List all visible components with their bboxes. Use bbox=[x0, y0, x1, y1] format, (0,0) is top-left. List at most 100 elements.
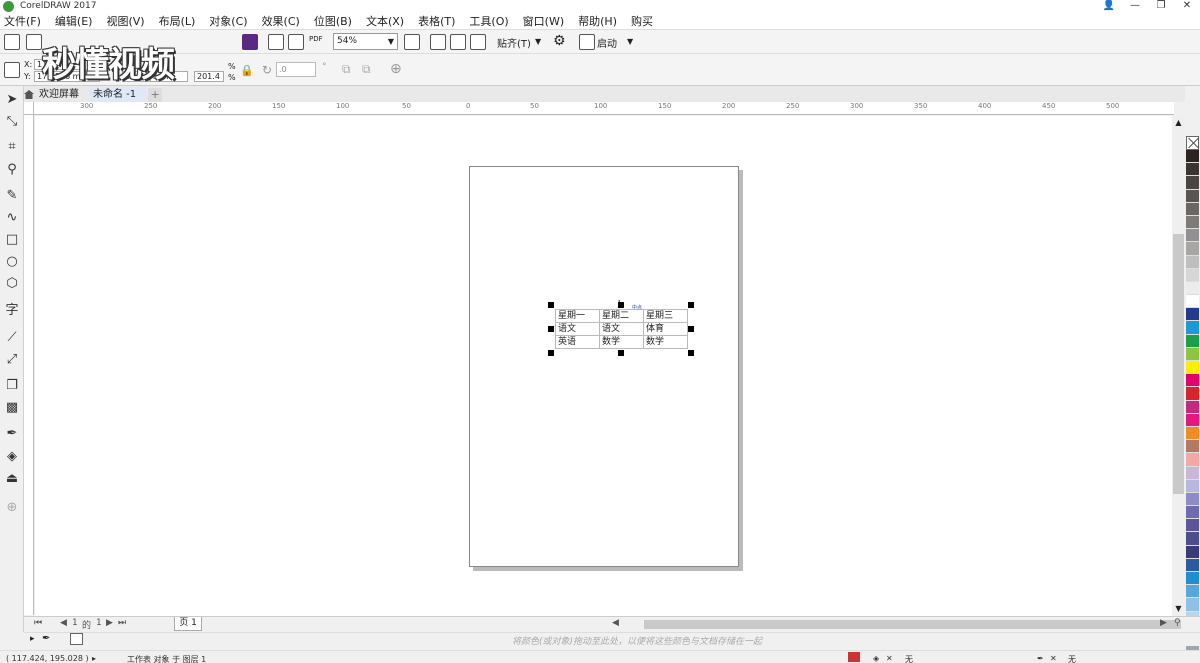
export-icon[interactable] bbox=[288, 34, 304, 50]
snap-to-menu[interactable]: 贴齐(T) bbox=[497, 35, 531, 50]
freehand-tool[interactable]: ✎ bbox=[4, 188, 20, 204]
menu-bitmaps[interactable]: 位图(B) bbox=[314, 13, 352, 29]
table-cell[interactable]: 星期三 bbox=[643, 309, 688, 323]
color-swatch[interactable] bbox=[1186, 268, 1199, 282]
scroll-right-icon[interactable]: ▶ bbox=[1160, 618, 1167, 628]
mirror-horizontal-icon[interactable]: ⧉ bbox=[342, 62, 351, 77]
account-icon[interactable]: 👤 bbox=[1096, 0, 1122, 12]
chevron-down-icon[interactable]: ▼ bbox=[386, 35, 396, 48]
chevron-down-icon[interactable]: ▼ bbox=[535, 37, 541, 46]
color-swatch[interactable] bbox=[1186, 479, 1199, 493]
menu-table[interactable]: 表格(T) bbox=[418, 13, 455, 29]
connector-tool[interactable]: ⤢ bbox=[4, 352, 20, 368]
horizontal-ruler[interactable]: 300 250 200 150 100 50 0 50 100 150 200 … bbox=[34, 102, 1174, 115]
page-tab-1[interactable]: 页 1 bbox=[174, 617, 202, 631]
mirror-vertical-icon[interactable]: ⧉ bbox=[362, 62, 371, 77]
color-swatch[interactable] bbox=[1186, 453, 1199, 467]
color-swatch[interactable] bbox=[1186, 413, 1199, 427]
parallel-dimension-tool[interactable]: ⟋ bbox=[4, 330, 20, 346]
launch-menu[interactable]: 启动 bbox=[597, 35, 617, 50]
object-origin-icon[interactable] bbox=[4, 62, 20, 78]
rectangle-tool[interactable]: □ bbox=[4, 232, 20, 248]
table-cell[interactable]: 英语 bbox=[555, 335, 600, 349]
color-swatch[interactable] bbox=[1186, 440, 1199, 454]
options-gear-icon[interactable]: ⚙ bbox=[553, 33, 566, 49]
selection-handle-right[interactable] bbox=[688, 326, 694, 332]
color-swatch[interactable] bbox=[1186, 295, 1199, 309]
add-tool-button[interactable]: ⊕ bbox=[4, 500, 20, 516]
menu-layout[interactable]: 布局(L) bbox=[159, 13, 196, 29]
prev-page-icon[interactable]: ◀ bbox=[60, 618, 67, 628]
menu-view[interactable]: 视图(V) bbox=[106, 13, 144, 29]
open-icon[interactable] bbox=[26, 34, 42, 50]
scroll-up-icon[interactable]: ▲ bbox=[1172, 118, 1185, 127]
menu-file[interactable]: 文件(F) bbox=[4, 13, 41, 29]
pick-tool[interactable]: ➤ bbox=[4, 92, 20, 108]
color-swatch[interactable] bbox=[1186, 361, 1199, 375]
color-proof-icon[interactable] bbox=[848, 652, 860, 662]
lock-ratio-icon[interactable]: 🔒 bbox=[240, 64, 254, 77]
application-launcher-icon[interactable] bbox=[579, 34, 595, 50]
color-swatch[interactable] bbox=[1186, 374, 1199, 388]
show-guidelines-icon[interactable] bbox=[470, 34, 486, 50]
last-page-icon[interactable]: ⏭ bbox=[118, 618, 126, 628]
color-swatch[interactable] bbox=[1186, 400, 1199, 414]
color-swatch[interactable] bbox=[1186, 347, 1199, 361]
color-swatch[interactable] bbox=[1186, 215, 1199, 230]
full-screen-icon[interactable] bbox=[404, 34, 420, 50]
menu-help[interactable]: 帮助(H) bbox=[578, 13, 617, 29]
menu-window[interactable]: 窗口(W) bbox=[523, 13, 564, 29]
transparency-tool[interactable]: ▩ bbox=[4, 400, 20, 416]
menu-buy[interactable]: 购买 bbox=[631, 13, 653, 29]
shape-tool[interactable]: ⤡ bbox=[4, 114, 20, 130]
eyedropper-icon[interactable]: ✒ bbox=[42, 633, 50, 644]
horizontal-scrollbar-thumb[interactable] bbox=[644, 620, 1181, 629]
selection-handle-bottom-left[interactable] bbox=[548, 350, 554, 356]
menu-effects[interactable]: 效果(C) bbox=[262, 13, 300, 29]
scrollbar-thumb[interactable] bbox=[1173, 234, 1184, 494]
selection-handle-left[interactable] bbox=[548, 326, 554, 332]
show-rulers-icon[interactable] bbox=[430, 34, 446, 50]
artistic-media-tool[interactable]: ∿ bbox=[4, 210, 20, 226]
publish-pdf-icon[interactable]: PDF bbox=[309, 35, 323, 43]
color-swatch[interactable] bbox=[1186, 532, 1199, 546]
menu-tools[interactable]: 工具(O) bbox=[469, 13, 508, 29]
table-cell[interactable]: 语文 bbox=[599, 322, 644, 336]
status-arrow-icon[interactable]: ▸ bbox=[92, 654, 96, 663]
next-page-icon[interactable]: ▶ bbox=[106, 618, 113, 628]
search-content-icon[interactable] bbox=[242, 34, 258, 50]
crop-tool[interactable]: ⌗ bbox=[4, 139, 20, 155]
color-swatch[interactable] bbox=[1186, 150, 1199, 164]
table-cell[interactable]: 体育 bbox=[643, 322, 688, 336]
menu-text[interactable]: 文本(X) bbox=[366, 13, 404, 29]
color-swatch[interactable] bbox=[1186, 202, 1199, 216]
zoom-tool[interactable]: ⚲ bbox=[4, 162, 20, 178]
color-swatch[interactable] bbox=[1186, 519, 1199, 533]
table-cell[interactable]: 星期二 bbox=[599, 309, 644, 323]
menu-object[interactable]: 对象(C) bbox=[209, 13, 247, 29]
tab-untitled-1[interactable]: 未命名 -1 bbox=[89, 87, 147, 102]
scroll-down-icon[interactable]: ▼ bbox=[1172, 604, 1185, 613]
smart-fill-tool[interactable]: ⏏ bbox=[4, 471, 20, 487]
interactive-fill-tool[interactable]: ◈ bbox=[4, 449, 20, 465]
add-icon[interactable]: ⊕ bbox=[390, 61, 402, 77]
selection-handle-bottom[interactable] bbox=[618, 350, 624, 356]
table-cell[interactable]: 数学 bbox=[643, 335, 688, 349]
color-swatch[interactable] bbox=[1186, 506, 1199, 520]
color-swatch[interactable] bbox=[1186, 466, 1199, 480]
chevron-down-icon[interactable]: ▼ bbox=[627, 37, 633, 46]
color-eyedropper-tool[interactable]: ✒ bbox=[4, 426, 20, 442]
color-swatch[interactable] bbox=[1186, 321, 1199, 335]
table-cell[interactable]: 语文 bbox=[555, 322, 600, 336]
color-swatch[interactable] bbox=[1186, 308, 1199, 322]
zoom-level-select[interactable]: 54% ▼ bbox=[333, 33, 398, 50]
color-swatch[interactable] bbox=[1186, 189, 1199, 203]
table-cell[interactable]: 数学 bbox=[599, 335, 644, 349]
expand-arrow-icon[interactable]: ▸ bbox=[30, 634, 35, 644]
document-page[interactable] bbox=[469, 166, 739, 567]
color-swatch[interactable] bbox=[1186, 598, 1199, 612]
new-document-icon[interactable] bbox=[4, 34, 20, 50]
ellipse-tool[interactable]: ○ bbox=[4, 254, 20, 270]
selection-handle-top-left[interactable] bbox=[548, 302, 554, 308]
no-color-swatch[interactable] bbox=[1186, 136, 1199, 150]
